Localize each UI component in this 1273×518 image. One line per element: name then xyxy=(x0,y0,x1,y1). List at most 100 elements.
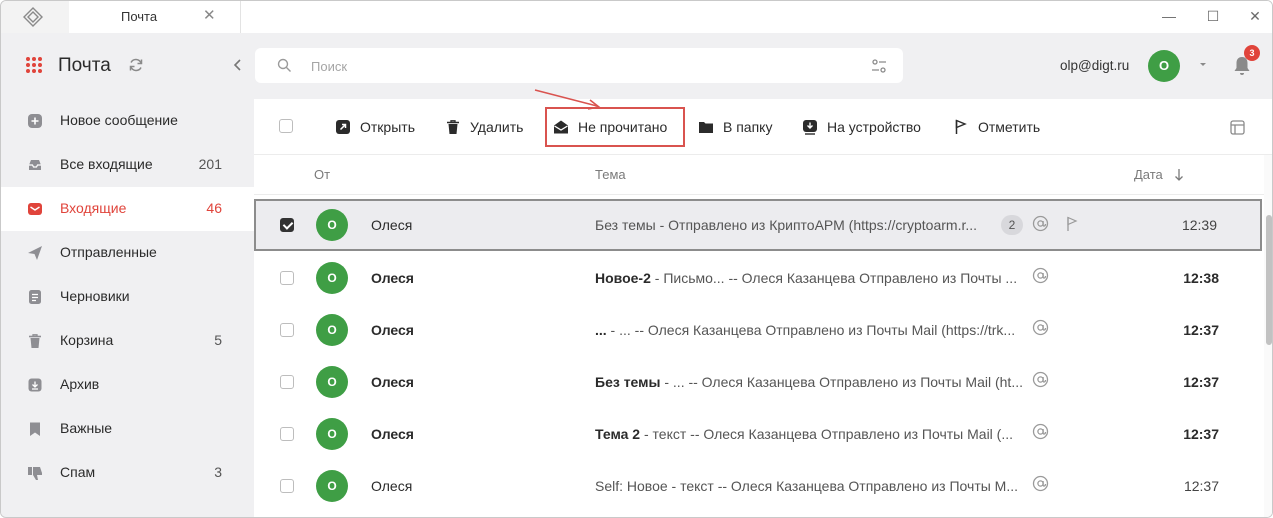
save-to-device-button[interactable]: На устройство xyxy=(802,99,927,155)
flag-button[interactable]: Отметить xyxy=(953,99,1048,155)
list-column-header: От Тема Дата xyxy=(254,155,1264,195)
open-icon xyxy=(336,120,350,134)
compose-icon xyxy=(28,114,42,128)
message-subject: Тема 2 - текст -- Олеся Казанцева Отправ… xyxy=(595,426,1025,442)
sidebar-item-count: 3 xyxy=(214,464,222,480)
row-checkbox[interactable] xyxy=(280,427,294,441)
sidebar-item-label: Корзина xyxy=(60,332,114,348)
sort-arrow-down-icon[interactable] xyxy=(1174,168,1184,182)
avatar: О xyxy=(316,418,348,450)
delete-button[interactable]: Удалить xyxy=(445,99,525,155)
refresh-icon[interactable] xyxy=(127,56,145,74)
sidebar-item-archive[interactable]: Архив xyxy=(1,363,254,407)
sidebar-item-count: 46 xyxy=(206,200,222,216)
all-inbox-icon xyxy=(29,160,41,170)
at-sign-icon xyxy=(1032,319,1049,336)
scrollbar[interactable] xyxy=(1264,155,1272,517)
sidebar-item-inbox[interactable]: Входящие 46 xyxy=(1,187,254,231)
list-item[interactable]: О Олеся ... - ... -- Олеся Казанцева Отп… xyxy=(254,304,1264,356)
sidebar-item-label: Входящие xyxy=(60,200,127,216)
message-time: 12:37 xyxy=(1183,374,1219,390)
avatar: О xyxy=(316,262,348,294)
message-subject-bold: Новое-2 xyxy=(595,270,651,286)
message-sender: Олеся xyxy=(371,322,414,338)
sidebar-item-all-inbox[interactable]: Все входящие 201 xyxy=(1,143,254,187)
chevron-down-icon[interactable] xyxy=(1198,59,1208,69)
toolbar: Открыть Удалить Не прочитано В папку На … xyxy=(254,99,1272,155)
message-subject: ... - ... -- Олеся Казанцева Отправлено … xyxy=(595,322,1025,338)
scrollbar-thumb[interactable] xyxy=(1266,215,1272,345)
message-subject-text: - текст -- Олеся Казанцева Отправлено из… xyxy=(640,426,1014,442)
column-from[interactable]: От xyxy=(314,167,330,182)
search-box[interactable] xyxy=(255,48,903,83)
mail-window: Почта ✕ — ☐ ✕ Почта Новое сообщение Все … xyxy=(0,0,1273,518)
search-input[interactable] xyxy=(311,55,851,77)
sidebar-item-drafts[interactable]: Черновики xyxy=(1,275,254,319)
row-checkbox[interactable] xyxy=(280,323,294,337)
filter-settings-icon[interactable] xyxy=(871,58,887,74)
sidebar-item-important[interactable]: Важные xyxy=(1,407,254,451)
open-button[interactable]: Открыть xyxy=(335,99,425,155)
tab-close-icon[interactable]: ✕ xyxy=(203,6,216,24)
trash-icon xyxy=(447,120,459,134)
sidebar-item-spam[interactable]: Спам 3 xyxy=(1,451,254,495)
top-bar: olp@digt.ru О 3 xyxy=(254,33,1272,99)
row-checkbox[interactable] xyxy=(280,375,294,389)
flag-icon xyxy=(955,119,967,134)
send-icon xyxy=(28,246,42,260)
sidebar-item-compose[interactable]: Новое сообщение xyxy=(1,99,254,143)
select-all-checkbox[interactable] xyxy=(279,119,293,133)
move-to-folder-button[interactable]: В папку xyxy=(698,99,778,155)
sidebar-item-label: Новое сообщение xyxy=(60,112,178,128)
message-sender: Олеся xyxy=(371,270,414,286)
sidebar-item-label: Отправленные xyxy=(60,244,157,260)
thread-count-badge: 2 xyxy=(1001,215,1023,235)
notification-badge: 3 xyxy=(1244,45,1260,61)
message-list: О Олеся Без темы - Отправлено из КриптоА… xyxy=(254,195,1264,517)
list-item[interactable]: О Олеся Self: Новое - текст -- Олеся Каз… xyxy=(254,460,1264,512)
avatar[interactable]: О xyxy=(1148,50,1180,82)
list-item[interactable]: О Олеся Тема 2 - текст -- Олеся Казанцев… xyxy=(254,408,1264,460)
sidebar-item-sent[interactable]: Отправленные xyxy=(1,231,254,275)
sidebar-item-label: Архив xyxy=(60,376,100,392)
message-subject-text: - ... -- Олеся Казанцева Отправлено из П… xyxy=(660,374,1023,390)
list-item[interactable]: О Олеся Без темы - ... -- Олеся Казанцев… xyxy=(254,356,1264,408)
layout-toggle-icon[interactable] xyxy=(1230,120,1245,135)
avatar: О xyxy=(316,209,348,241)
column-date[interactable]: Дата xyxy=(1134,167,1163,182)
message-sender: Олеся xyxy=(371,426,414,442)
account-email[interactable]: olp@digt.ru xyxy=(1060,58,1129,73)
save-to-device-label: На устройство xyxy=(827,119,921,135)
drafts-icon xyxy=(29,290,41,304)
row-checkbox[interactable] xyxy=(280,271,294,285)
sidebar-item-label: Все входящие xyxy=(60,156,153,172)
row-checkbox[interactable] xyxy=(280,479,294,493)
flag-label: Отметить xyxy=(978,119,1041,135)
sidebar-item-trash[interactable]: Корзина 5 xyxy=(1,319,254,363)
message-subject-text: - Письмо... -- Олеся Казанцева Отправлен… xyxy=(650,270,1018,286)
flag-icon[interactable] xyxy=(1066,216,1078,232)
tab-mail[interactable]: Почта ✕ xyxy=(69,1,241,33)
spam-icon xyxy=(28,467,42,480)
window-close-icon[interactable]: ✕ xyxy=(1243,5,1267,27)
row-checkbox[interactable] xyxy=(280,218,294,232)
list-item[interactable]: О Олеся Без темы - Отправлено из КриптоА… xyxy=(254,199,1262,251)
message-subject-bold: Тема 2 xyxy=(595,426,641,442)
maximize-icon[interactable]: ☐ xyxy=(1201,5,1225,27)
column-subject[interactable]: Тема xyxy=(595,167,626,182)
sidebar-title: Почта xyxy=(58,55,111,76)
open-label: Открыть xyxy=(360,119,415,135)
list-item[interactable]: О Олеся Новое-2 - Письмо... -- Олеся Каз… xyxy=(254,252,1264,304)
collapse-sidebar-icon[interactable] xyxy=(231,57,245,73)
at-sign-icon xyxy=(1032,475,1049,492)
archive-icon xyxy=(28,378,42,392)
minimize-icon[interactable]: — xyxy=(1157,5,1181,27)
open-envelope-icon xyxy=(554,120,568,134)
message-subject-bold: ... xyxy=(595,322,607,338)
avatar: О xyxy=(316,314,348,346)
download-icon xyxy=(803,120,817,135)
mark-unread-button[interactable]: Не прочитано xyxy=(553,99,675,155)
apps-grid-icon[interactable] xyxy=(26,57,42,73)
inbox-icon xyxy=(28,203,42,215)
message-subject-text: - ... -- Олеся Казанцева Отправлено из П… xyxy=(606,322,1016,338)
